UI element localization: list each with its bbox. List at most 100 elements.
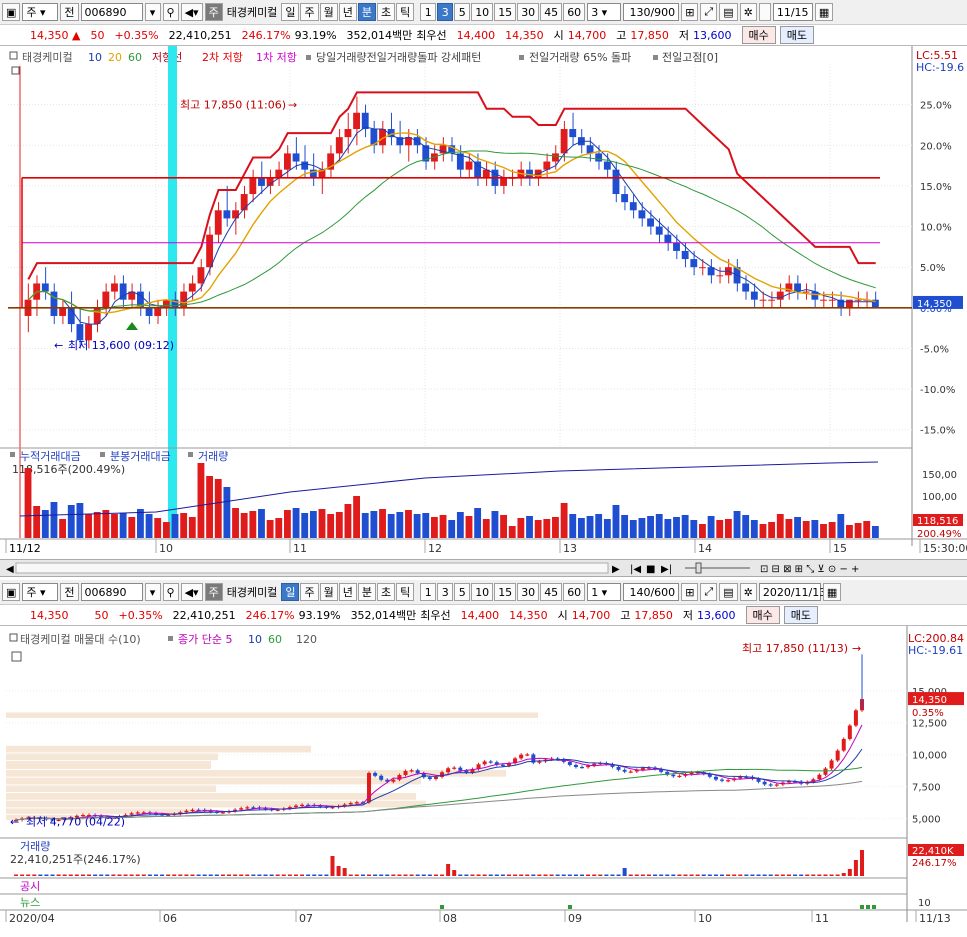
interval-select[interactable]: 3 ▾ <box>587 3 622 21</box>
market-select-bottom[interactable]: 주 ▾ <box>22 583 59 601</box>
save-icon-bottom[interactable]: ▤ <box>719 583 738 601</box>
candle-body <box>162 299 170 308</box>
period-tab-bottom-6[interactable]: 틱 <box>396 583 415 601</box>
period-tab-bottom-0[interactable]: 일 <box>281 583 300 601</box>
daily-volume-bar <box>829 874 834 876</box>
top-scroll-bar[interactable]: ◀ ▶ |◀ ■ ▶| ⊡ ⊟ ⊠ ⊞ ⤡ ⊻ ⊙ − + <box>0 559 967 577</box>
code-dropdown-icon-bottom[interactable]: ▾ <box>144 583 161 601</box>
buy-button-bottom[interactable]: 매수 <box>745 606 780 624</box>
period-tab-bottom-4[interactable]: 분 <box>357 583 376 601</box>
search-icon-bottom[interactable]: ⚲ <box>162 583 179 601</box>
interval-tab-bottom-4[interactable]: 15 <box>494 583 517 601</box>
window-icon[interactable]: ▣ <box>2 3 21 21</box>
interval-tab-bottom-7[interactable]: 60 <box>563 583 586 601</box>
interval-tab-2[interactable]: 5 <box>454 3 471 21</box>
calendar-icon[interactable]: ▦ <box>814 3 834 21</box>
first-icon[interactable]: |◀ <box>630 564 641 575</box>
date-input-bottom[interactable]: 2020/11/13 <box>758 583 826 601</box>
interval-tab-0[interactable]: 1 <box>420 3 437 21</box>
scroll-left-icon[interactable]: ◀ <box>6 564 14 575</box>
interval-tab-bottom-0[interactable]: 1 <box>420 583 437 601</box>
sell-button[interactable]: 매도 <box>779 26 815 44</box>
period-tab-bottom-3[interactable]: 년 <box>338 583 357 601</box>
interval-tab-3[interactable]: 10 <box>471 3 494 21</box>
calendar-icon-bottom[interactable]: ▦ <box>822 583 842 601</box>
tag-badge[interactable]: 주 <box>204 3 223 21</box>
mode-button-bottom[interactable]: 전 <box>60 583 79 601</box>
ask-price: 14,400 <box>456 28 496 42</box>
x-axis-label: 12 <box>428 542 442 555</box>
buy-button[interactable]: 매수 <box>741 26 776 44</box>
volume-bar <box>699 524 706 538</box>
volume-profile-bar <box>6 745 311 753</box>
mode-button[interactable]: 전 <box>60 3 79 21</box>
settings-tools-icon[interactable]: ⊞ <box>681 3 699 21</box>
zoom-thumb[interactable] <box>695 562 702 574</box>
legend-bullet-icon <box>306 55 311 60</box>
sound-icon[interactable]: ◀▾ <box>180 3 203 21</box>
gear-icon-bottom[interactable]: ✲ <box>739 583 757 601</box>
scroll-right-icon[interactable]: ▶ <box>612 564 620 575</box>
top-scroll-controls[interactable]: ◀ ▶ |◀ ■ ▶| ⊡ ⊟ ⊠ ⊞ ⤡ ⊻ ⊙ − + <box>0 560 967 576</box>
interval-tab-bottom-6[interactable]: 45 <box>540 583 563 601</box>
top-chart[interactable]: 태경케미컬 10 20 60 저항선 2차 저항 1차 저항 당일거래량전일거래량돌파 강세패… <box>0 46 967 560</box>
daily-volume-bar <box>330 856 335 876</box>
code-input-bottom[interactable]: 006890 <box>80 583 143 601</box>
period-tab-1[interactable]: 주 <box>300 3 319 21</box>
sell-button-bottom[interactable]: 매도 <box>783 606 819 624</box>
interval-tab-7[interactable]: 60 <box>563 3 586 21</box>
intraday-chart-svg[interactable]: 태경케미컬 10 20 60 저항선 2차 저항 1차 저항 당일거래량전일거래량돌파 강세패… <box>0 46 967 560</box>
period-tab-bottom-2[interactable]: 월 <box>319 583 338 601</box>
volume-bar <box>482 519 490 538</box>
search-icon[interactable]: ⚲ <box>162 3 179 21</box>
high-arrow-icon: → <box>288 99 297 112</box>
period-tab-bottom-1[interactable]: 주 <box>300 583 319 601</box>
daily-volume-bar <box>269 874 274 876</box>
daily-chart-svg[interactable]: 태경케미컬 매물대 수(10) 종가 단순 5 10 60 120 LC:200.84HC… <box>0 626 967 934</box>
date-input[interactable]: 11/15 <box>772 3 813 21</box>
code-input[interactable]: 006890 <box>80 3 143 21</box>
daily-volume-bar <box>166 874 171 876</box>
period-tab-0[interactable]: 일 <box>281 3 300 21</box>
tag-badge-bottom[interactable]: 주 <box>204 583 223 601</box>
code-dropdown-icon[interactable]: ▾ <box>144 3 161 21</box>
interval-tab-1[interactable]: 3 <box>437 3 454 21</box>
stop-icon[interactable]: ■ <box>646 564 655 575</box>
period-tab-5[interactable]: 초 <box>376 3 396 21</box>
count-input[interactable]: 130/900 <box>623 3 680 21</box>
top-toolbar: ▣ 주 ▾ 전 006890 ▾ ⚲ ◀▾ 주 태경케미컬 일주월년분초틱 13… <box>0 0 967 24</box>
interval-tab-bottom-3[interactable]: 10 <box>471 583 494 601</box>
gear-icon[interactable]: ✲ <box>739 3 757 21</box>
daily-volume-bar <box>233 874 238 876</box>
window-icon-bottom[interactable]: ▣ <box>2 583 21 601</box>
period-tab-2[interactable]: 월 <box>319 3 338 21</box>
interval-tab-4[interactable]: 15 <box>494 3 517 21</box>
interval-tab-bottom-1[interactable]: 3 <box>437 583 454 601</box>
interval-tab-6[interactable]: 45 <box>540 3 563 21</box>
play-icon[interactable]: ▶| <box>661 564 672 575</box>
market-select[interactable]: 주 ▾ <box>22 3 59 21</box>
interval-tab-bottom-5[interactable]: 30 <box>517 583 540 601</box>
period-tab-3[interactable]: 년 <box>338 3 357 21</box>
sound-icon-bottom[interactable]: ◀▾ <box>180 583 203 601</box>
candle-body <box>188 283 196 292</box>
draw-icon[interactable]: ⤢ <box>700 3 718 21</box>
daily-volume-bar <box>129 874 134 876</box>
interval-tab-5[interactable]: 30 <box>517 3 540 21</box>
settings-tools-icon-bottom[interactable]: ⊞ <box>681 583 699 601</box>
interval-select-bottom[interactable]: 1 ▾ <box>587 583 622 601</box>
legend-extra-3: 전일고점[0] <box>662 50 718 64</box>
count-input-bottom[interactable]: 140/600 <box>623 583 680 601</box>
high-annotation-bottom: 최고 17,850 (11/13) <box>742 642 848 655</box>
interval-tab-bottom-2[interactable]: 5 <box>454 583 471 601</box>
draw-icon-bottom[interactable]: ⤢ <box>700 583 718 601</box>
candle-body <box>102 291 110 308</box>
period-tab-bottom-5[interactable]: 초 <box>376 583 396 601</box>
period-tab-6[interactable]: 틱 <box>396 3 415 21</box>
bottom-chart[interactable]: 태경케미컬 매물대 수(10) 종가 단순 5 10 60 120 LC:200.84 HC… <box>0 626 967 934</box>
date-checkbox[interactable] <box>758 3 771 21</box>
zoom-tools-icon[interactable]: ⊡ ⊟ ⊠ ⊞ ⤡ ⊻ ⊙ − + <box>760 564 859 575</box>
period-tab-4[interactable]: 분 <box>357 3 376 21</box>
scroll-track[interactable] <box>15 562 609 574</box>
save-icon[interactable]: ▤ <box>719 3 738 21</box>
